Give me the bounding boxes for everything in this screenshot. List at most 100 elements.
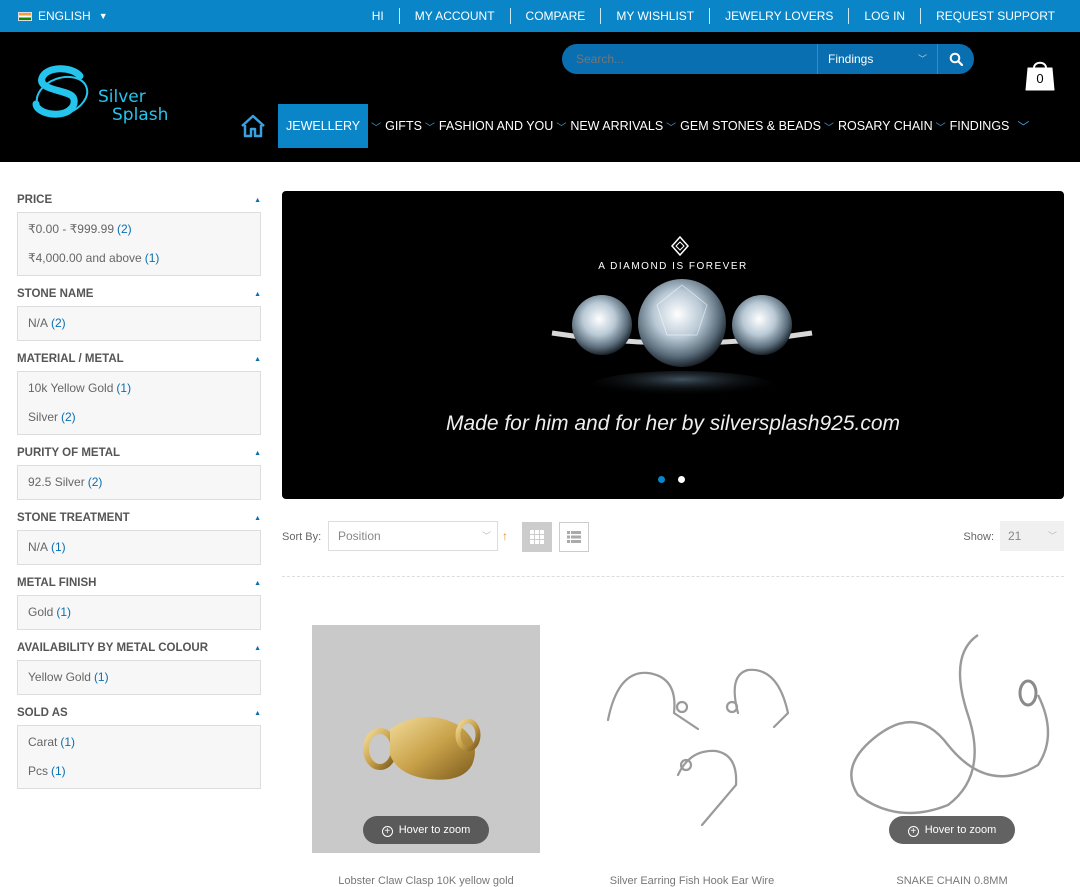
nav-item-gem-stones-beads[interactable]: GEM STONES & BEADS <box>680 104 821 148</box>
product-name[interactable]: Lobster Claw Clasp 10K yellow gold <box>312 875 540 887</box>
zoom-plus-icon: + <box>907 826 919 837</box>
toolbar-divider <box>282 576 1064 577</box>
chevron-down-icon: ﹀ <box>666 122 677 134</box>
chevron-down-icon: ﹀ <box>823 122 834 134</box>
filter-sold-as: SOLD AS ▲ Carat (1) Pcs (1) <box>17 703 261 789</box>
filter-option[interactable]: Silver (2) <box>18 403 260 432</box>
cart-button[interactable]: 0 <box>1024 58 1056 92</box>
filter-availability-by-metal-colour: AVAILABILITY BY METAL COLOUR ▲ Yellow Gol… <box>17 638 261 695</box>
top-link-my-account[interactable]: MY ACCOUNT <box>398 8 510 24</box>
filter-price: PRICE ▲ ₹0.00 - ₹999.99 (2) ₹4,000.00 and … <box>17 190 261 276</box>
banner-caption: Made for him and for her by silversplash… <box>445 412 901 435</box>
product-card[interactable]: + Hover to zoom <box>838 625 1066 853</box>
show-label: Show: <box>963 531 994 543</box>
cart-count: 0 <box>1036 71 1044 86</box>
filter-header[interactable]: AVAILABILITY BY METAL COLOUR ▲ <box>17 638 261 658</box>
collapse-triangle-icon: ▲ <box>254 579 261 587</box>
filter-option[interactable]: N/A (1) <box>18 533 260 562</box>
filter-option[interactable]: Yellow Gold (1) <box>18 663 260 692</box>
nav-item-gifts[interactable]: GIFTS <box>385 104 422 148</box>
banner-brand: A DIAMOND IS FOREVER <box>598 261 748 272</box>
sort-select[interactable]: Position ﹀ <box>328 521 498 551</box>
filter-header[interactable]: PRICE ▲ <box>17 190 261 210</box>
product-name[interactable]: SNAKE CHAIN 0.8MM <box>838 875 1066 887</box>
hero-banner[interactable]: A DIAMOND IS FOREVER Made for him and fo… <box>282 191 1064 499</box>
top-link-jewelry-lovers[interactable]: JEWELRY LOVERS <box>709 8 848 24</box>
nav-item-findings[interactable]: FINDINGS <box>950 104 1010 148</box>
top-link-compare[interactable]: COMPARE <box>509 8 601 24</box>
filter-material-metal: MATERIAL / METAL ▲ 10k Yellow Gold (1) Sil… <box>17 349 261 435</box>
top-link-my-wishlist[interactable]: MY WISHLIST <box>600 8 709 24</box>
collapse-triangle-icon: ▲ <box>254 196 261 204</box>
products-toolbar: Sort By: Position ﹀ ↑ Show: 21 ﹀ <box>282 521 1064 553</box>
search-button[interactable] <box>937 44 974 74</box>
filter-option[interactable]: ₹0.00 - ₹999.99 (2) <box>18 215 260 244</box>
nav-item-new-arrivals[interactable]: NEW ARRIVALS <box>570 104 663 148</box>
main-nav: JEWELLERY ﹀ GIFTS ﹀ FASHION AND YOU ﹀ NE… <box>240 104 1033 148</box>
home-icon[interactable] <box>240 114 266 138</box>
diamond-logo-icon <box>671 236 689 256</box>
list-icon <box>567 531 581 543</box>
search-bar: Findings ﹀ <box>562 44 974 74</box>
filter-stone-treatment: STONE TREATMENT ▲ N/A (1) <box>17 508 261 565</box>
product-name[interactable]: Silver Earring Fish Hook Ear Wire <box>578 875 806 887</box>
hover-to-zoom-badge: + Hover to zoom <box>363 816 489 844</box>
list-view-button[interactable] <box>559 522 589 552</box>
language-label: ENGLISH <box>38 9 91 23</box>
chevron-down-icon: ﹀ <box>371 122 382 134</box>
search-category-select[interactable]: Findings ﹀ <box>817 44 937 74</box>
collapse-triangle-icon: ▲ <box>254 514 261 522</box>
slider-dots <box>658 476 685 483</box>
chevron-down-icon: ﹀ <box>917 54 927 64</box>
grid-icon <box>530 530 544 544</box>
chevron-down-icon: ﹀ <box>424 122 435 134</box>
chevron-down-icon: ﹀ <box>556 122 567 134</box>
collapse-triangle-icon: ▲ <box>254 290 261 298</box>
nav-item-fashion-and-you[interactable]: FASHION AND YOU <box>439 104 553 148</box>
filter-header[interactable]: PURITY OF METAL ▲ <box>17 443 261 463</box>
filter-header[interactable]: SOLD AS ▲ <box>17 703 261 723</box>
product-card[interactable] <box>578 625 806 853</box>
sort-label: Sort By: <box>282 531 322 543</box>
caret-down-icon: ▼ <box>98 11 108 21</box>
filter-option[interactable]: 92.5 Silver (2) <box>18 468 260 497</box>
filter-option[interactable]: ₹4,000.00 and above (1) <box>18 244 260 273</box>
chevron-down-icon: ﹀ <box>481 531 491 541</box>
nav-item-jewellery[interactable]: JEWELLERY <box>278 104 369 148</box>
collapse-triangle-icon: ▲ <box>254 709 261 717</box>
chevron-down-icon: ﹀ <box>1047 531 1057 541</box>
nav-item-rosary-chain[interactable]: ROSARY CHAIN <box>838 104 933 148</box>
filter-option[interactable]: Gold (1) <box>18 598 260 627</box>
top-link-request-support[interactable]: REQUEST SUPPORT <box>920 8 1070 24</box>
limiter-select[interactable]: 21 ﹀ <box>1000 521 1064 551</box>
filter-option[interactable]: Pcs (1) <box>18 757 260 786</box>
filter-header[interactable]: STONE TREATMENT ▲ <box>17 508 261 528</box>
filter-sidebar: PRICE ▲ ₹0.00 - ₹999.99 (2) ₹4,000.00 and … <box>17 190 261 797</box>
filter-header[interactable]: STONE NAME ▲ <box>17 284 261 304</box>
filter-option[interactable]: N/A (2) <box>18 309 260 338</box>
search-input[interactable] <box>562 44 817 74</box>
site-logo[interactable]: Silver Splash <box>32 64 182 129</box>
chevron-down-icon: ﹀ <box>935 122 946 134</box>
product-image-fish-hook-earring <box>606 668 790 827</box>
sort-direction-arrow-icon[interactable]: ↑ <box>502 529 508 543</box>
top-link-log-in[interactable]: LOG IN <box>848 8 920 24</box>
grid-view-button[interactable] <box>522 522 552 552</box>
top-link-hi[interactable]: HI <box>357 8 399 24</box>
filter-header[interactable]: MATERIAL / METAL ▲ <box>17 349 261 369</box>
language-switcher[interactable]: ENGLISH ▼ <box>18 9 108 23</box>
slider-dot[interactable] <box>658 476 665 483</box>
filter-metal-finish: METAL FINISH ▲ Gold (1) <box>17 573 261 630</box>
diamond-ring-image <box>551 279 813 399</box>
filter-option[interactable]: 10k Yellow Gold (1) <box>18 374 260 403</box>
hover-to-zoom-badge: + Hover to zoom <box>889 816 1015 844</box>
filter-purity-of-metal: PURITY OF METAL ▲ 92.5 Silver (2) <box>17 443 261 500</box>
search-icon <box>949 52 963 66</box>
filter-header[interactable]: METAL FINISH ▲ <box>17 573 261 593</box>
logo-s-icon <box>32 65 89 118</box>
slider-dot[interactable] <box>678 476 685 483</box>
top-bar: ENGLISH ▼ HI MY ACCOUNT COMPARE MY WISHL… <box>0 0 1080 32</box>
product-card[interactable]: + Hover to zoom <box>312 625 540 853</box>
filter-stone-name: STONE NAME ▲ N/A (2) <box>17 284 261 341</box>
filter-option[interactable]: Carat (1) <box>18 728 260 757</box>
